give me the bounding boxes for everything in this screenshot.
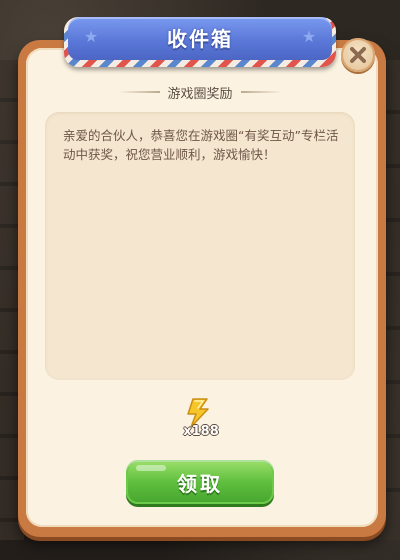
message-body: 亲爱的合伙人，恭喜您在游戏圈“有奖互动”专栏活动中获奖，祝您营业顺利，游戏愉快！	[63, 128, 339, 162]
title-banner: ★ ★ 收件箱	[64, 17, 336, 67]
title-banner-face: ★ ★ 收件箱	[68, 17, 332, 60]
dialog-subtitle: 游戏圈奖励	[167, 86, 233, 102]
reward-item: x188	[175, 396, 227, 444]
divider-line	[118, 91, 160, 93]
dialog-title: 收件箱	[167, 27, 233, 51]
divider-line	[240, 91, 283, 93]
reward-count: x188	[183, 424, 219, 439]
close-button[interactable]	[341, 38, 375, 72]
claim-button[interactable]: 领取	[126, 460, 274, 504]
message-card: 亲爱的合伙人，恭喜您在游戏圈“有奖互动”专栏活动中获奖，祝您营业顺利，游戏愉快！	[45, 112, 355, 380]
close-icon	[350, 47, 366, 63]
subtitle-row: 游戏圈奖励	[118, 82, 283, 102]
